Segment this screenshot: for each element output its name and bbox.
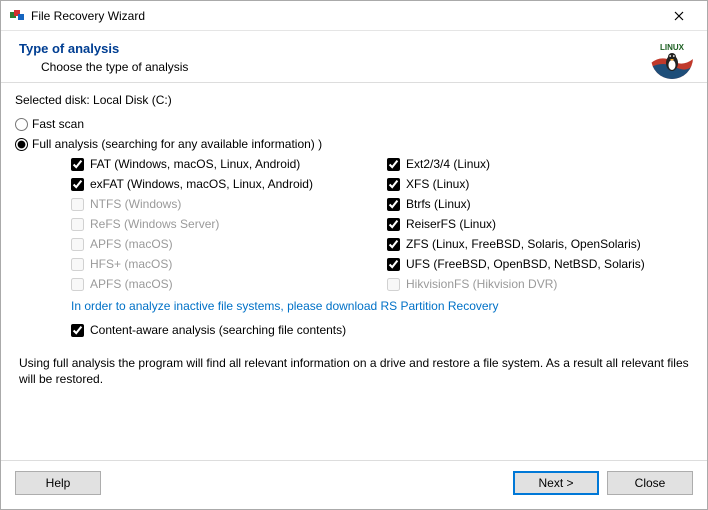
filesystem-checkbox[interactable] <box>387 198 400 211</box>
filesystem-option[interactable]: Btrfs (Linux) <box>387 197 693 211</box>
filesystem-label: FAT (Windows, macOS, Linux, Android) <box>90 157 300 171</box>
filesystem-checkbox <box>71 258 84 271</box>
filesystem-option: APFS (macOS) <box>71 237 377 251</box>
filesystem-option[interactable]: FAT (Windows, macOS, Linux, Android) <box>71 157 377 171</box>
content-aware-option[interactable]: Content-aware analysis (searching file c… <box>71 323 693 337</box>
filesystem-label: ReFS (Windows Server) <box>90 217 219 231</box>
wizard-header: Type of analysis Choose the type of anal… <box>1 31 707 82</box>
svg-text:LINUX: LINUX <box>660 43 685 52</box>
selected-disk-label: Selected disk: <box>15 93 93 107</box>
filesystem-checkbox <box>71 278 84 291</box>
titlebar: File Recovery Wizard <box>1 1 707 31</box>
close-button[interactable]: Close <box>607 471 693 495</box>
filesystem-option[interactable]: Ext2/3/4 (Linux) <box>387 157 693 171</box>
wizard-footer: Help Next > Close <box>1 460 707 509</box>
filesystem-option[interactable]: ZFS (Linux, FreeBSD, Solaris, OpenSolari… <box>387 237 693 251</box>
description-text: Using full analysis the program will fin… <box>19 355 689 387</box>
filesystem-checkbox[interactable] <box>387 218 400 231</box>
filesystem-option: HFS+ (macOS) <box>71 257 377 271</box>
wizard-body: Selected disk: Local Disk (C:) Fast scan… <box>1 83 707 460</box>
next-button[interactable]: Next > <box>513 471 599 495</box>
window-title: File Recovery Wizard <box>31 9 659 23</box>
filesystem-label: Btrfs (Linux) <box>406 197 471 211</box>
close-icon[interactable] <box>659 1 699 30</box>
filesystem-label: ReiserFS (Linux) <box>406 217 496 231</box>
wizard-window: File Recovery Wizard Type of analysis Ch… <box>0 0 708 510</box>
filesystem-label: UFS (FreeBSD, OpenBSD, NetBSD, Solaris) <box>406 257 645 271</box>
fast-scan-option[interactable]: Fast scan <box>15 117 693 131</box>
filesystem-checkbox[interactable] <box>71 158 84 171</box>
filesystem-label: APFS (macOS) <box>90 237 173 251</box>
filesystem-label: NTFS (Windows) <box>90 197 181 211</box>
filesystem-checkbox <box>387 278 400 291</box>
filesystem-checkbox[interactable] <box>71 178 84 191</box>
full-analysis-label: Full analysis (searching for any availab… <box>32 137 322 151</box>
filesystem-checkbox <box>71 238 84 251</box>
filesystem-option: ReFS (Windows Server) <box>71 217 377 231</box>
linux-logo-icon: LINUX <box>651 37 693 79</box>
download-link[interactable]: In order to analyze inactive file system… <box>71 299 693 313</box>
page-heading: Type of analysis <box>19 41 689 56</box>
filesystem-checkbox <box>71 198 84 211</box>
filesystem-checkbox[interactable] <box>387 258 400 271</box>
fast-scan-label: Fast scan <box>32 117 84 131</box>
selected-disk: Selected disk: Local Disk (C:) <box>15 93 693 107</box>
filesystem-label: HikvisionFS (Hikvision DVR) <box>406 277 557 291</box>
filesystem-checkbox[interactable] <box>387 178 400 191</box>
filesystem-label: exFAT (Windows, macOS, Linux, Android) <box>90 177 313 191</box>
filesystem-option: HikvisionFS (Hikvision DVR) <box>387 277 693 291</box>
filesystem-label: Ext2/3/4 (Linux) <box>406 157 490 171</box>
content-aware-label: Content-aware analysis (searching file c… <box>90 323 346 337</box>
filesystem-option[interactable]: XFS (Linux) <box>387 177 693 191</box>
filesystem-checkbox[interactable] <box>387 158 400 171</box>
filesystem-option[interactable]: exFAT (Windows, macOS, Linux, Android) <box>71 177 377 191</box>
filesystem-checkbox <box>71 218 84 231</box>
help-button[interactable]: Help <box>15 471 101 495</box>
filesystem-grid: FAT (Windows, macOS, Linux, Android) Ext2… <box>71 157 693 291</box>
full-analysis-option[interactable]: Full analysis (searching for any availab… <box>15 137 693 151</box>
selected-disk-value: Local Disk (C:) <box>93 93 172 107</box>
filesystem-label: ZFS (Linux, FreeBSD, Solaris, OpenSolari… <box>406 237 641 251</box>
content-aware-checkbox[interactable] <box>71 324 84 337</box>
filesystem-label: APFS (macOS) <box>90 277 173 291</box>
filesystem-option: NTFS (Windows) <box>71 197 377 211</box>
filesystem-option: APFS (macOS) <box>71 277 377 291</box>
full-analysis-radio[interactable] <box>15 138 28 151</box>
app-icon <box>9 8 25 24</box>
filesystem-label: XFS (Linux) <box>406 177 469 191</box>
page-subheading: Choose the type of analysis <box>41 60 689 74</box>
fast-scan-radio[interactable] <box>15 118 28 131</box>
filesystem-label: HFS+ (macOS) <box>90 257 172 271</box>
filesystem-checkbox[interactable] <box>387 238 400 251</box>
filesystem-option[interactable]: UFS (FreeBSD, OpenBSD, NetBSD, Solaris) <box>387 257 693 271</box>
filesystem-option[interactable]: ReiserFS (Linux) <box>387 217 693 231</box>
